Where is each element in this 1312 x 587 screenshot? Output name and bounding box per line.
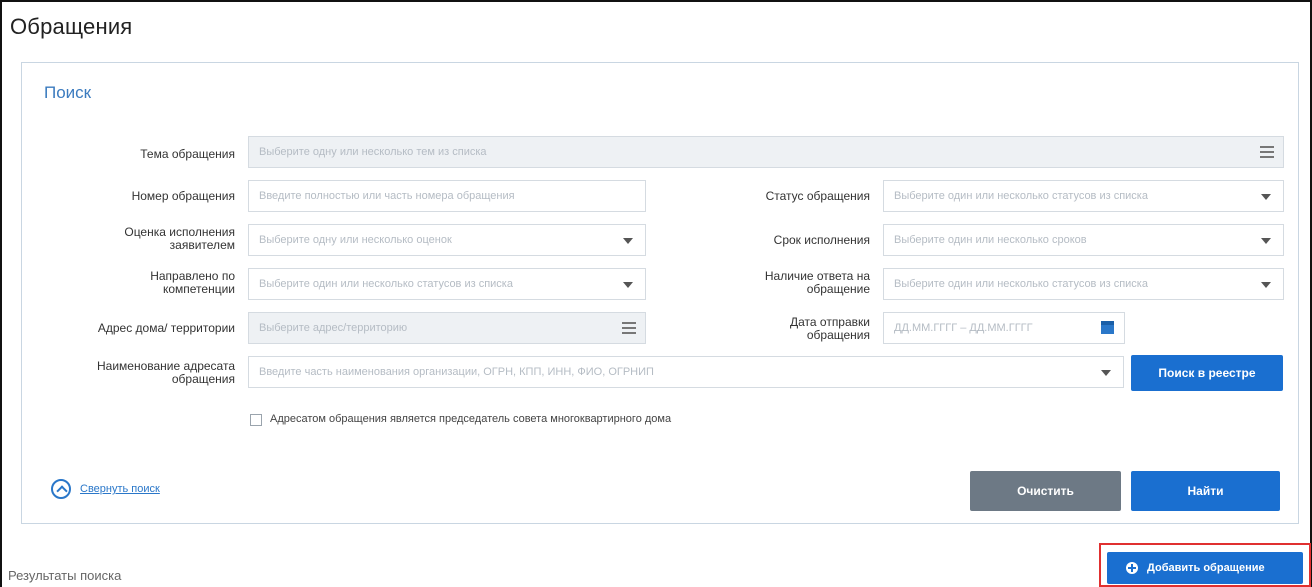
term-select[interactable]: Выберите один или несколько сроков	[883, 224, 1284, 256]
subject-select[interactable]: Выберите одну или несколько тем из списк…	[248, 136, 1284, 168]
status-select[interactable]: Выберите один или несколько статусов из …	[883, 180, 1284, 212]
send-date-placeholder: ДД.ММ.ГГГГ – ДД.ММ.ГГГГ	[894, 322, 1033, 334]
competence-select[interactable]: Выберите один или несколько статусов из …	[248, 268, 646, 300]
search-panel-title: Поиск	[44, 83, 92, 102]
chevron-down-icon[interactable]	[1101, 370, 1111, 376]
chevron-down-icon[interactable]	[623, 282, 633, 288]
addressee-placeholder: Введите часть наименования организации, …	[259, 366, 654, 378]
chevron-down-icon[interactable]	[623, 238, 633, 244]
chevron-down-icon[interactable]	[1261, 194, 1271, 200]
address-select[interactable]: Выберите адрес/территорию	[248, 312, 646, 344]
add-appeal-label: Добавить обращение	[1147, 562, 1265, 574]
chevron-down-icon[interactable]	[1261, 238, 1271, 244]
chairman-checkbox[interactable]	[250, 414, 262, 426]
rating-placeholder: Выберите одну или несколько оценок	[259, 234, 452, 246]
add-appeal-button[interactable]: Добавить обращение	[1107, 552, 1303, 584]
find-button[interactable]: Найти	[1131, 471, 1280, 511]
send-date-label: Дата отправки обращения	[790, 315, 870, 342]
address-placeholder: Выберите адрес/территорию	[259, 322, 408, 334]
rating-label: Оценка исполнения заявителем	[124, 225, 235, 252]
list-icon[interactable]	[1260, 146, 1274, 158]
collapse-search-link[interactable]: Свернуть поиск	[80, 483, 160, 496]
collapse-up-icon[interactable]	[51, 479, 71, 499]
address-label: Адрес дома/ территории	[97, 321, 235, 335]
rating-select[interactable]: Выберите одну или несколько оценок	[248, 224, 646, 256]
page-title: Обращения	[10, 14, 133, 39]
answer-select[interactable]: Выберите один или несколько статусов из …	[883, 268, 1284, 300]
add-button-highlight: Добавить обращение	[1099, 543, 1311, 587]
answer-placeholder: Выберите один или несколько статусов из …	[894, 278, 1148, 290]
calendar-icon[interactable]	[1101, 321, 1114, 334]
chairman-checkbox-label[interactable]: Адресатом обращения является председател…	[270, 413, 671, 426]
chevron-down-icon[interactable]	[1261, 282, 1271, 288]
competence-placeholder: Выберите один или несколько статусов из …	[259, 278, 513, 290]
send-date-input[interactable]: ДД.ММ.ГГГГ – ДД.ММ.ГГГГ	[883, 312, 1125, 344]
number-placeholder: Введите полностью или часть номера обращ…	[259, 190, 515, 202]
competence-label: Направлено по компетенции	[150, 269, 235, 296]
number-input[interactable]: Введите полностью или часть номера обращ…	[248, 180, 646, 212]
term-placeholder: Выберите один или несколько сроков	[894, 234, 1087, 246]
term-label: Срок исполнения	[773, 233, 870, 247]
search-results-label: Результаты поиска	[8, 568, 122, 583]
subject-placeholder: Выберите одну или несколько тем из списк…	[259, 146, 487, 158]
status-label: Статус обращения	[765, 189, 870, 203]
status-placeholder: Выберите один или несколько статусов из …	[894, 190, 1148, 202]
addressee-label: Наименование адресата обращения	[97, 359, 235, 386]
subject-label: Тема обращения	[140, 147, 235, 161]
number-label: Номер обращения	[131, 189, 235, 203]
plus-circle-icon	[1126, 562, 1138, 574]
addressee-select[interactable]: Введите часть наименования организации, …	[248, 356, 1124, 388]
list-icon[interactable]	[622, 322, 636, 334]
answer-label: Наличие ответа на обращение	[764, 269, 870, 296]
registry-search-button[interactable]: Поиск в реестре	[1131, 355, 1283, 391]
clear-button[interactable]: Очистить	[970, 471, 1121, 511]
